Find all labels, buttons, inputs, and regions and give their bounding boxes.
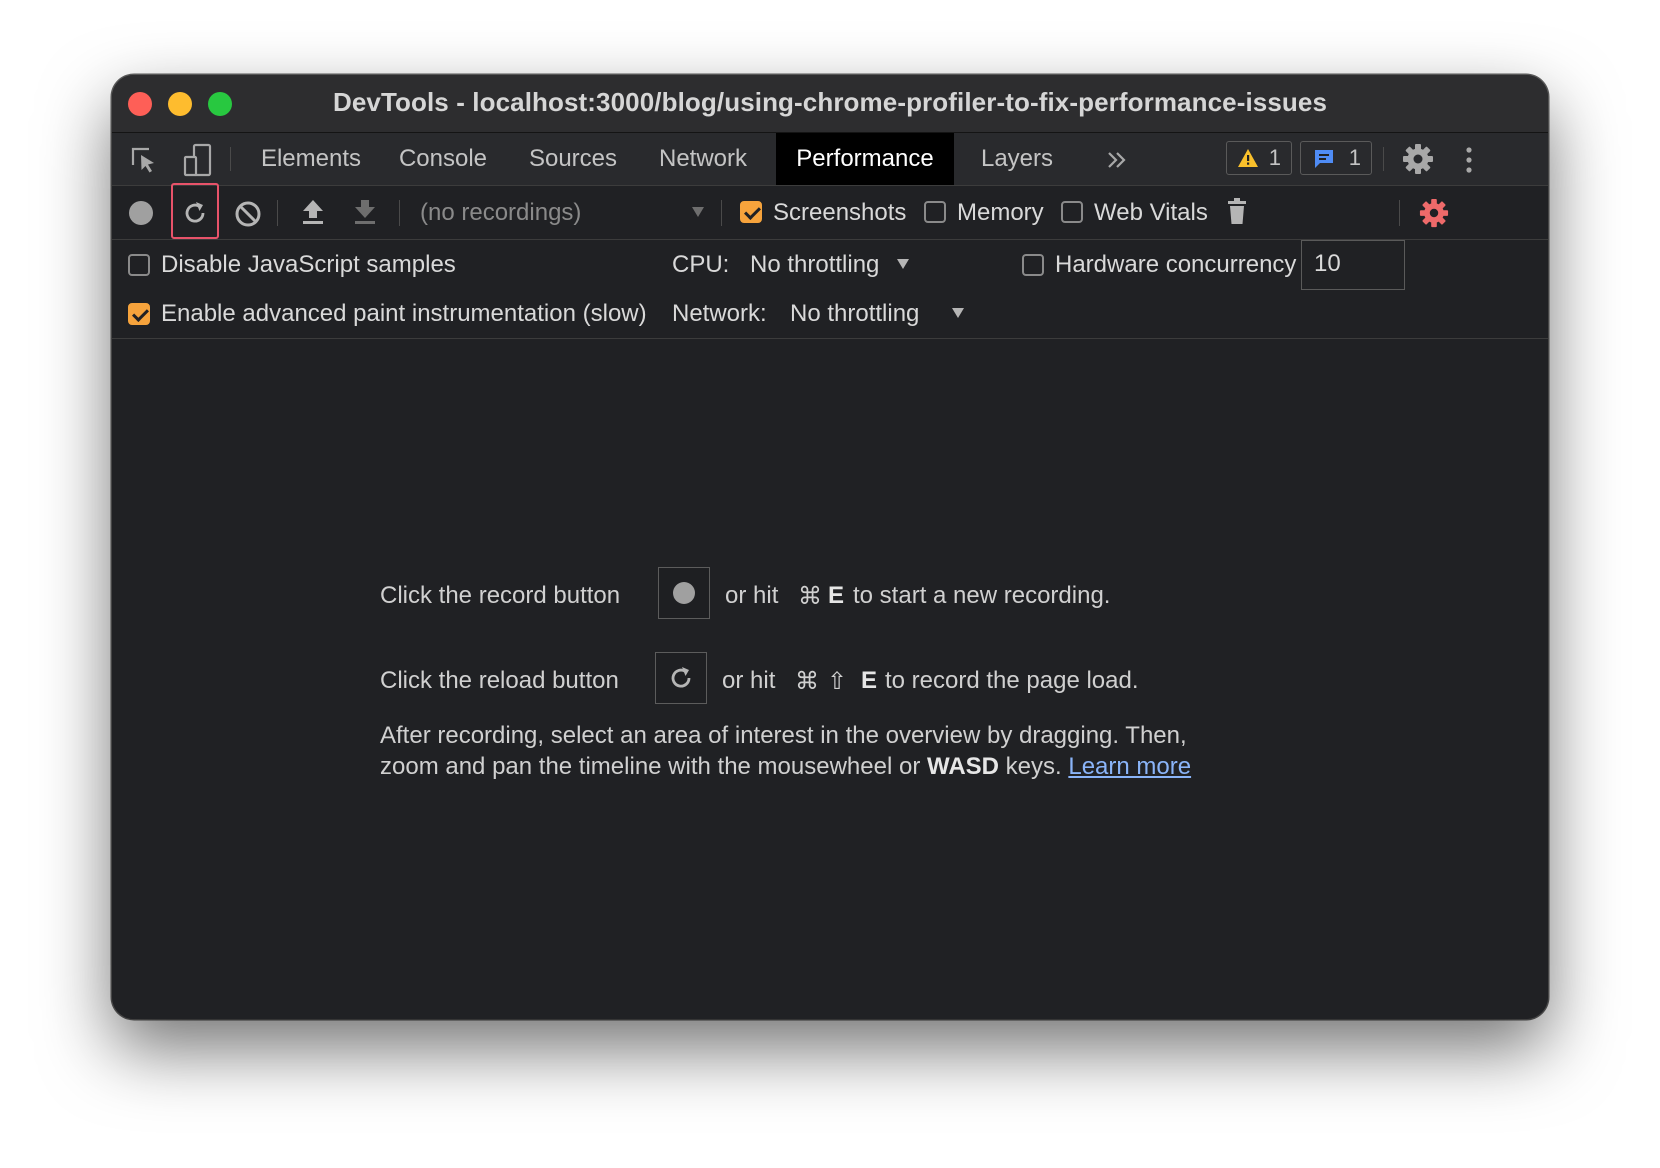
tab-console[interactable]: Console — [378, 133, 508, 185]
clear-icon[interactable] — [234, 200, 262, 228]
reload-icon — [671, 667, 691, 688]
window-title: DevTools - localhost:3000/blog/using-chr… — [332, 87, 1328, 117]
warnings-badge[interactable]: 1 — [1226, 141, 1292, 175]
info-text-line2-prefix: zoom and pan the timeline with the mouse… — [380, 753, 921, 780]
reload-instruction-or: or hit — [722, 667, 776, 694]
advanced-paint-label[interactable]: Enable advanced paint instrumentation (s… — [161, 300, 647, 328]
info-text-line2: zoom and pan the timeline with the mouse… — [380, 753, 1191, 781]
more-options-icon[interactable] — [1462, 145, 1476, 175]
chevron-down-icon[interactable] — [951, 307, 965, 319]
divider — [1383, 147, 1384, 171]
divider — [721, 200, 722, 226]
record-instruction-prefix: Click the record button — [380, 582, 621, 609]
divider — [399, 200, 400, 226]
title-bar: DevTools - localhost:3000/blog/using-chr… — [112, 75, 1548, 133]
hardware-concurrency-input[interactable]: 10 — [1301, 240, 1405, 290]
network-label: Network: — [672, 300, 767, 327]
devtools-settings-gear-icon[interactable] — [1402, 143, 1434, 175]
divider — [1399, 200, 1400, 226]
wasd-keys: WASD — [926, 753, 999, 780]
disable-js-samples-checkbox[interactable] — [128, 254, 150, 276]
tab-elements[interactable]: Elements — [244, 133, 378, 185]
reload-instruction-prefix: Click the reload button — [380, 667, 619, 694]
capture-settings-gear-icon[interactable] — [1419, 198, 1449, 228]
performance-toolbar: (no recordings) Screenshots Memory Web V… — [112, 183, 1548, 240]
devtools-window: DevTools - localhost:3000/blog/using-chr… — [112, 75, 1548, 1019]
hardware-concurrency-checkbox[interactable] — [1022, 254, 1044, 276]
web-vitals-label[interactable]: Web Vitals — [1094, 199, 1208, 227]
memory-label[interactable]: Memory — [957, 199, 1044, 227]
message-icon — [1315, 150, 1333, 168]
tab-network[interactable]: Network — [638, 133, 768, 185]
double-chevron-right-icon[interactable] — [1105, 149, 1129, 171]
load-profile-icon[interactable] — [300, 198, 326, 226]
performance-landing-page: Click the record button or hit ⌘ E to st… — [112, 339, 1548, 1019]
messages-badge[interactable]: 1 — [1300, 141, 1372, 175]
record-button[interactable] — [658, 567, 710, 619]
memory-checkbox[interactable] — [924, 201, 946, 223]
panel-tab-bar: Elements Console Sources Network Perform… — [112, 133, 1548, 186]
tab-sources[interactable]: Sources — [508, 133, 638, 185]
chevron-down-icon[interactable] — [691, 206, 705, 218]
warning-icon — [1238, 149, 1258, 167]
reload-shortcut-key: E — [861, 667, 878, 694]
reload-shortcut-cmd: ⌘ — [795, 668, 819, 695]
divider — [277, 200, 278, 226]
screenshots-checkbox[interactable] — [740, 201, 762, 223]
cpu-throttling-select[interactable]: No throttling — [750, 251, 879, 279]
learn-more-link[interactable]: Learn more — [1068, 753, 1191, 780]
info-text-line1: After recording, select an area of inter… — [380, 722, 1187, 749]
record-icon — [673, 582, 695, 604]
screenshots-label[interactable]: Screenshots — [773, 199, 906, 227]
recordings-select[interactable]: (no recordings) — [420, 199, 581, 227]
inspect-element-icon[interactable] — [129, 145, 159, 175]
info-text-keys: keys. — [1005, 753, 1062, 780]
chevron-down-icon[interactable] — [896, 258, 910, 270]
reload-instruction-suffix: to record the page load. — [885, 667, 1139, 694]
hardware-concurrency-label[interactable]: Hardware concurrency — [1055, 251, 1296, 279]
network-throttling-select[interactable]: No throttling — [790, 300, 919, 328]
save-profile-icon[interactable] — [352, 198, 378, 226]
web-vitals-checkbox[interactable] — [1061, 201, 1083, 223]
reload-record-icon[interactable] — [181, 199, 209, 227]
disable-js-samples-label[interactable]: Disable JavaScript samples — [161, 251, 456, 279]
capture-settings-pane: Disable JavaScript samples Enable advanc… — [112, 240, 1548, 339]
cpu-label: CPU: — [672, 251, 730, 278]
record-instruction-suffix: to start a new recording. — [853, 582, 1111, 609]
reload-shortcut-shift: ⇧ — [827, 668, 848, 695]
record-icon[interactable] — [128, 200, 154, 226]
record-shortcut-cmd: ⌘ — [798, 583, 822, 610]
divider — [230, 147, 231, 171]
reload-button[interactable] — [655, 652, 707, 704]
messages-count: 1 — [1348, 145, 1361, 170]
advanced-paint-checkbox[interactable] — [128, 303, 150, 325]
trash-icon[interactable] — [1226, 197, 1248, 225]
warnings-count: 1 — [1268, 145, 1281, 170]
tab-layers[interactable]: Layers — [954, 133, 1080, 185]
device-toolbar-icon[interactable] — [182, 143, 214, 177]
record-instruction-or: or hit — [725, 582, 779, 609]
tab-performance[interactable]: Performance — [776, 133, 954, 185]
record-shortcut-key: E — [828, 582, 845, 609]
